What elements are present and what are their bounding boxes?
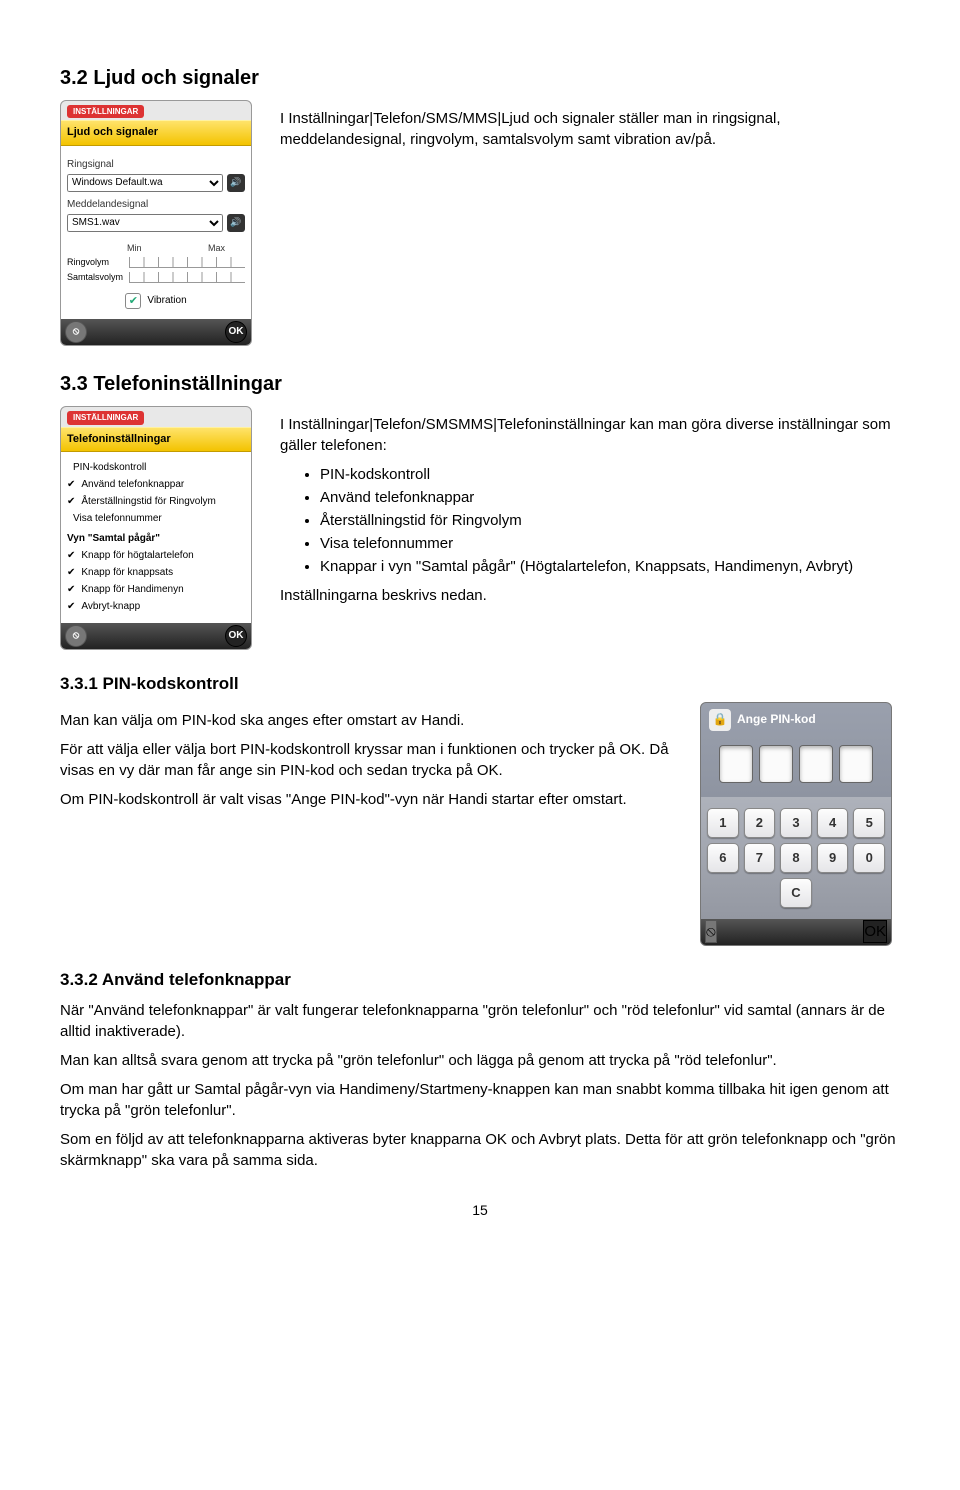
phone-mock-sound: INSTÄLLNINGAR Ljud och signaler Ringsign…	[60, 100, 260, 346]
bullet: Knappar i vyn "Samtal pågår" (Högtalarte…	[320, 556, 900, 577]
vibration-label: Vibration	[147, 294, 186, 308]
cancel-button[interactable]: ⦸	[65, 625, 87, 647]
sec332-p3: Om man har gått ur Samtal pågår-vyn via …	[60, 1079, 900, 1121]
list-item-label: Knapp för knappsats	[81, 566, 173, 580]
checkbox[interactable]: ✔	[67, 478, 75, 492]
phone-mock-pin: 🔒 Ange PIN-kod 1 2 3 4 5 6 7	[700, 702, 900, 946]
list-item-label: Avbryt-knapp	[81, 600, 140, 614]
keypad-key[interactable]: 0	[853, 843, 885, 873]
list-item-label: Visa telefonnummer	[73, 512, 162, 526]
cancel-button[interactable]: ⦸	[705, 920, 717, 943]
keypad-key[interactable]: 5	[853, 808, 885, 838]
meddelande-label: Meddelandesignal	[67, 198, 245, 212]
sec32-p1: I Inställningar|Telefon/SMS/MMS|Ljud och…	[280, 108, 900, 150]
bullet: Visa telefonnummer	[320, 533, 900, 554]
sec33-p1: I Inställningar|Telefon/SMSMMS|Telefonin…	[280, 414, 900, 456]
pin-box[interactable]	[839, 745, 873, 783]
keypad-key[interactable]: 7	[744, 843, 776, 873]
sec331-p1: Man kan välja om PIN-kod ska anges efter…	[60, 710, 670, 731]
ringvolym-slider[interactable]	[129, 257, 245, 268]
list-item-label: Knapp för Handimenyn	[81, 583, 183, 597]
keypad-key[interactable]: 6	[707, 843, 739, 873]
ringsignal-select[interactable]: Windows Default.wa	[67, 174, 223, 192]
heading-3-3: 3.3 Telefoninställningar	[60, 370, 900, 398]
sec331-p3: Om PIN-kodskontroll är valt visas "Ange …	[60, 789, 670, 810]
bullet: PIN-kodskontroll	[320, 464, 900, 485]
phone-mock-telefon: INSTÄLLNINGAR Telefoninställningar PIN-k…	[60, 406, 260, 650]
settings-badge: INSTÄLLNINGAR	[67, 105, 144, 118]
phone-title: Ljud och signaler	[61, 120, 251, 145]
phone-title: Telefoninställningar	[61, 427, 251, 452]
samtalsvolym-slider[interactable]	[129, 272, 245, 283]
pin-box[interactable]	[799, 745, 833, 783]
checkbox[interactable]: ✔	[67, 583, 75, 597]
keypad-key[interactable]: 8	[780, 843, 812, 873]
heading-3-3-1: 3.3.1 PIN-kodskontroll	[60, 672, 900, 696]
heading-3-3-2: 3.3.2 Använd telefonknappar	[60, 968, 900, 992]
pin-box[interactable]	[719, 745, 753, 783]
ringvolym-label: Ringvolym	[67, 256, 123, 269]
list-item-label: Återställningstid för Ringvolym	[81, 495, 216, 509]
speaker-icon[interactable]: 🔊	[227, 214, 245, 232]
ok-button[interactable]: OK	[225, 625, 247, 647]
subhead: Vyn "Samtal pågår"	[67, 532, 245, 546]
checkbox[interactable]: ✔	[67, 600, 75, 614]
keypad-key[interactable]: 1	[707, 808, 739, 838]
sec33-bullets: PIN-kodskontroll Använd telefonknappar Å…	[300, 464, 900, 577]
keypad-key[interactable]: 9	[817, 843, 849, 873]
ringsignal-label: Ringsignal	[67, 158, 245, 172]
cancel-button[interactable]: ⦸	[65, 321, 87, 343]
ok-button[interactable]: OK	[225, 321, 247, 343]
sec33-p2: Inställningarna beskrivs nedan.	[280, 585, 900, 606]
checkbox[interactable]: ✔	[67, 495, 75, 509]
settings-badge: INSTÄLLNINGAR	[67, 411, 144, 424]
bullet: Använd telefonknappar	[320, 487, 900, 508]
vibration-checkbox[interactable]: ✔	[125, 293, 141, 309]
samtalsvolym-label: Samtalsvolym	[67, 271, 123, 284]
min-label: Min	[127, 242, 142, 255]
list-item-label: Knapp för högtalartelefon	[81, 549, 193, 563]
list-item-label: Använd telefonknappar	[81, 478, 184, 492]
keypad-key[interactable]: 2	[744, 808, 776, 838]
pin-box[interactable]	[759, 745, 793, 783]
max-label: Max	[208, 242, 225, 255]
keypad-clear[interactable]: C	[780, 878, 812, 908]
sec332-p1: När "Använd telefonknappar" är valt fung…	[60, 1000, 900, 1042]
sec332-p4: Som en följd av att telefonknapparna akt…	[60, 1129, 900, 1171]
sec332-p2: Man kan alltså svara genom att trycka på…	[60, 1050, 900, 1071]
meddelande-select[interactable]: SMS1.wav	[67, 214, 223, 232]
heading-3-2: 3.2 Ljud och signaler	[60, 64, 900, 92]
speaker-icon[interactable]: 🔊	[227, 174, 245, 192]
checkbox[interactable]: ✔	[67, 549, 75, 563]
checkbox[interactable]: ✔	[67, 566, 75, 580]
bullet: Återställningstid för Ringvolym	[320, 510, 900, 531]
ok-button[interactable]: OK	[863, 920, 887, 943]
page-number: 15	[60, 1201, 900, 1221]
sec331-p2: För att välja eller välja bort PIN-kodsk…	[60, 739, 670, 781]
keypad-key[interactable]: 4	[817, 808, 849, 838]
list-item-label: PIN-kodskontroll	[73, 461, 146, 475]
keypad-key[interactable]: 3	[780, 808, 812, 838]
pin-title: Ange PIN-kod	[737, 711, 816, 728]
lock-icon: 🔒	[709, 709, 731, 731]
